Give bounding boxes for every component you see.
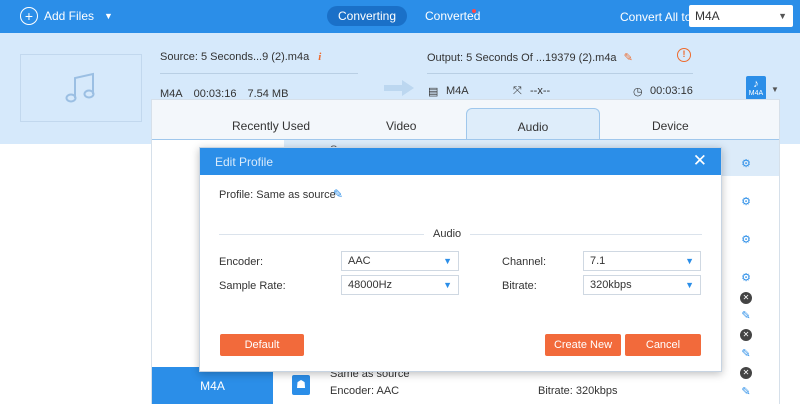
edit-icon[interactable]: ✎ [740,348,752,360]
tab-device[interactable]: Device [652,119,689,133]
pencil-icon[interactable]: ✎ [624,52,633,64]
pencil-icon[interactable]: ✎ [333,187,343,201]
source-name: Source: 5 Seconds...9 (2).m4a [160,51,310,63]
encoder-value: AAC [348,255,371,267]
create-new-button[interactable]: Create New [545,334,621,356]
divider [470,234,702,235]
warning-icon[interactable]: ! [677,48,691,62]
edit-profile-dialog: Edit Profile ✕ Profile: Same as source ✎… [199,147,722,372]
profile-bitrate: Bitrate: 320kbps [538,385,618,397]
cancel-button[interactable]: Cancel [625,334,701,356]
channel-value: 7.1 [590,255,606,267]
close-icon[interactable]: ✕ [740,329,752,341]
sample-rate-value: 48000Hz [348,279,393,291]
close-icon[interactable]: ✕ [693,151,707,171]
sample-rate-select[interactable]: 48000Hz ▼ [341,275,459,295]
tab-video[interactable]: Video [386,119,416,133]
plus-icon: + [20,7,38,25]
divider [152,139,779,140]
chevron-down-icon: ▼ [443,280,452,290]
notification-dot [472,9,476,13]
info-icon[interactable]: i [318,51,321,63]
gear-icon[interactable]: ⚙ [740,234,752,246]
add-files-label: Add Files [44,9,95,23]
close-icon[interactable]: ✕ [740,292,752,304]
chevron-down-icon[interactable]: ▼ [771,85,779,94]
badge-label: M4A [748,90,764,97]
gear-icon[interactable]: ⚙ [740,272,752,284]
bitrate-select[interactable]: 320kbps ▼ [583,275,701,295]
edit-icon[interactable]: ✎ [740,310,752,322]
bitrate-label: Bitrate: [502,280,537,292]
profile-icon: ☗ [292,375,310,395]
top-toolbar: + Add Files ▼ Converting Converted Conve… [0,0,800,33]
profile-label: Profile: Same as source [219,189,336,201]
divider [219,234,424,235]
divider [427,73,693,74]
chevron-down-icon: ▼ [443,256,452,266]
convert-all-label: Convert All to: [620,10,695,24]
divider [160,73,358,74]
channel-select[interactable]: 7.1 ▼ [583,251,701,271]
output-name: Output: 5 Seconds Of ...19379 (2).m4a [427,52,617,64]
film-icon: ▤ [428,86,439,98]
clock-icon: ◷ [633,86,643,98]
chevron-down-icon: ▼ [685,280,694,290]
file-thumbnail[interactable] [20,54,142,122]
channel-label: Channel: [502,256,547,268]
output-filename: Output: 5 Seconds Of ...19379 (2).m4a ✎ [427,51,633,64]
default-button[interactable]: Default [220,334,304,356]
add-files-button[interactable]: + Add Files ▼ [20,7,113,25]
bitrate-value: 320kbps [590,279,632,291]
format-item-m4a[interactable]: M4A [152,367,273,404]
encoder-select[interactable]: AAC ▼ [341,251,459,271]
arrow-right-icon [384,80,414,96]
close-icon[interactable]: ✕ [740,367,752,379]
edit-icon[interactable]: ✎ [740,386,752,398]
profile-encoder: Encoder: AAC [330,385,400,397]
chevron-down-icon: ▼ [778,11,787,21]
output-format-badge[interactable]: ♪ M4A [746,76,766,100]
output-resolution: --x-- [530,85,551,97]
convert-all-value: M4A [695,9,720,23]
tab-converting[interactable]: Converting [327,6,407,26]
encoder-label: Encoder: [219,256,264,268]
resize-icon: ⤧ [513,85,522,97]
section-title: Audio [433,228,462,240]
format-tabs: Recently Used Video Audio Device [152,100,779,140]
output-format: M4A [446,85,469,97]
output-duration: 00:03:16 [650,85,693,97]
chevron-down-icon[interactable]: ▼ [104,11,113,21]
sample-rate-label: Sample Rate: [219,280,286,292]
convert-all-select[interactable]: M4A ▼ [689,5,793,27]
source-filename: Source: 5 Seconds...9 (2).m4a i [160,51,321,63]
chevron-down-icon: ▼ [685,256,694,266]
dialog-title: Edit Profile [215,155,274,169]
gear-icon[interactable]: ⚙ [740,158,752,170]
gear-icon[interactable]: ⚙ [740,196,752,208]
tab-audio[interactable]: Audio [466,108,600,140]
dialog-header: Edit Profile ✕ [200,148,721,175]
music-note-icon [65,72,95,103]
music-note-icon: ♪ [753,78,759,90]
tab-recently-used[interactable]: Recently Used [232,119,310,133]
